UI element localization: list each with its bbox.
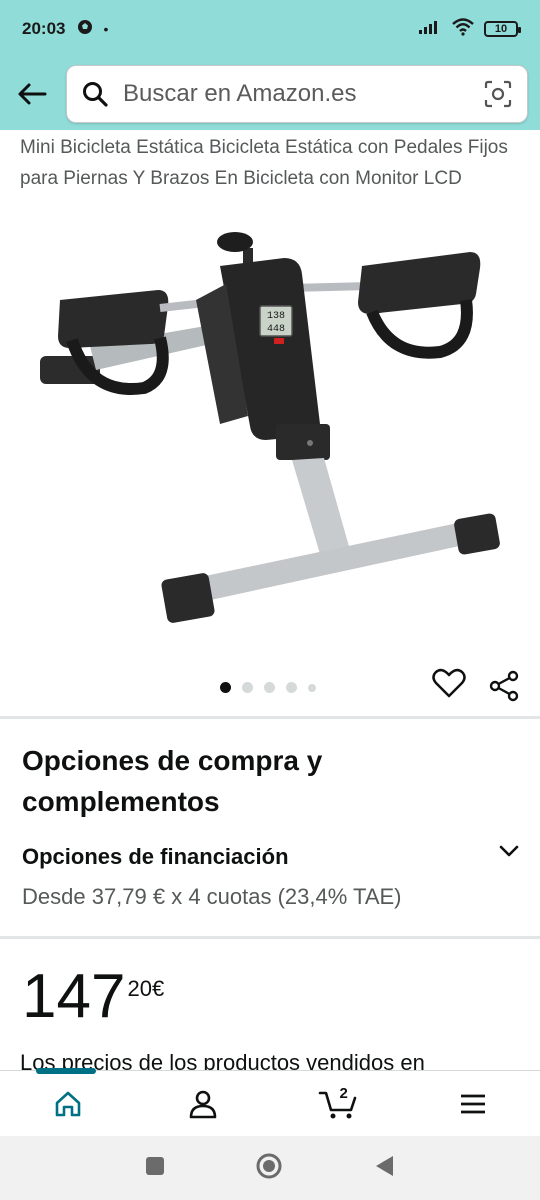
search-input[interactable]: Buscar en Amazon.es — [66, 65, 528, 123]
back-system-button[interactable] — [373, 1154, 395, 1183]
section-divider — [0, 936, 540, 939]
wishlist-heart-icon[interactable] — [432, 668, 466, 698]
price-note: Los precios de los productos vendidos en — [20, 1050, 425, 1072]
svg-text:448: 448 — [267, 324, 285, 335]
status-dot: • — [103, 21, 109, 37]
nav-active-indicator — [36, 1068, 96, 1074]
nav-cart[interactable]: 2 — [270, 1071, 405, 1136]
recent-apps-button[interactable] — [145, 1156, 165, 1181]
search-icon — [81, 80, 109, 108]
price-whole: 147 — [22, 962, 126, 1031]
nav-home[interactable] — [0, 1071, 135, 1136]
product-image[interactable]: 138 448 — [20, 228, 520, 648]
soccer-ball-icon — [77, 19, 93, 40]
account-icon — [189, 1090, 216, 1118]
search-header: Buscar en Amazon.es — [0, 58, 540, 130]
signal-icon — [418, 19, 442, 40]
product-price: 147 20€ — [22, 962, 164, 1032]
camera-scan-icon[interactable] — [483, 79, 513, 109]
chevron-down-icon[interactable] — [496, 838, 522, 864]
triangle-back-icon — [376, 1155, 393, 1176]
section-divider — [0, 716, 540, 719]
back-arrow-icon — [18, 83, 47, 105]
search-placeholder: Buscar en Amazon.es — [123, 80, 357, 107]
nav-account[interactable] — [135, 1071, 270, 1136]
wifi-icon — [452, 17, 474, 41]
financing-detail: Desde 37,79 € x 4 cuotas (23,4% TAE) — [22, 884, 402, 909]
carousel-dot[interactable] — [242, 682, 253, 693]
cart-icon — [318, 1091, 356, 1118]
carousel-dot[interactable] — [308, 683, 316, 692]
image-carousel-indicator — [220, 682, 316, 693]
nav-menu[interactable] — [405, 1071, 540, 1136]
carousel-dot[interactable] — [264, 682, 275, 693]
share-icon[interactable] — [488, 670, 520, 702]
battery-icon: 10 — [484, 21, 521, 37]
system-navigation-bar — [0, 1136, 540, 1200]
menu-icon — [460, 1094, 485, 1113]
price-fraction: 20€ — [127, 976, 165, 1001]
financing-options-title[interactable]: Opciones de financiación — [22, 844, 289, 870]
square-icon — [146, 1156, 164, 1175]
status-bar: 20:03 • 10 — [0, 0, 540, 58]
circle-icon — [256, 1153, 282, 1178]
bottom-navigation: 2 — [0, 1070, 540, 1136]
cart-count-badge: 2 — [339, 1085, 348, 1102]
product-title[interactable]: Mini Bicicleta Estática Bicicleta Estáti… — [20, 132, 520, 194]
carousel-dot[interactable] — [220, 682, 231, 693]
status-time: 20:03 — [22, 19, 66, 38]
home-icon — [55, 1091, 80, 1116]
carousel-dot[interactable] — [286, 682, 297, 693]
back-button[interactable] — [12, 74, 52, 114]
home-system-button[interactable] — [255, 1152, 283, 1185]
purchase-options-heading: Opciones de compra y complementos — [22, 745, 323, 817]
svg-text:138: 138 — [267, 311, 285, 322]
